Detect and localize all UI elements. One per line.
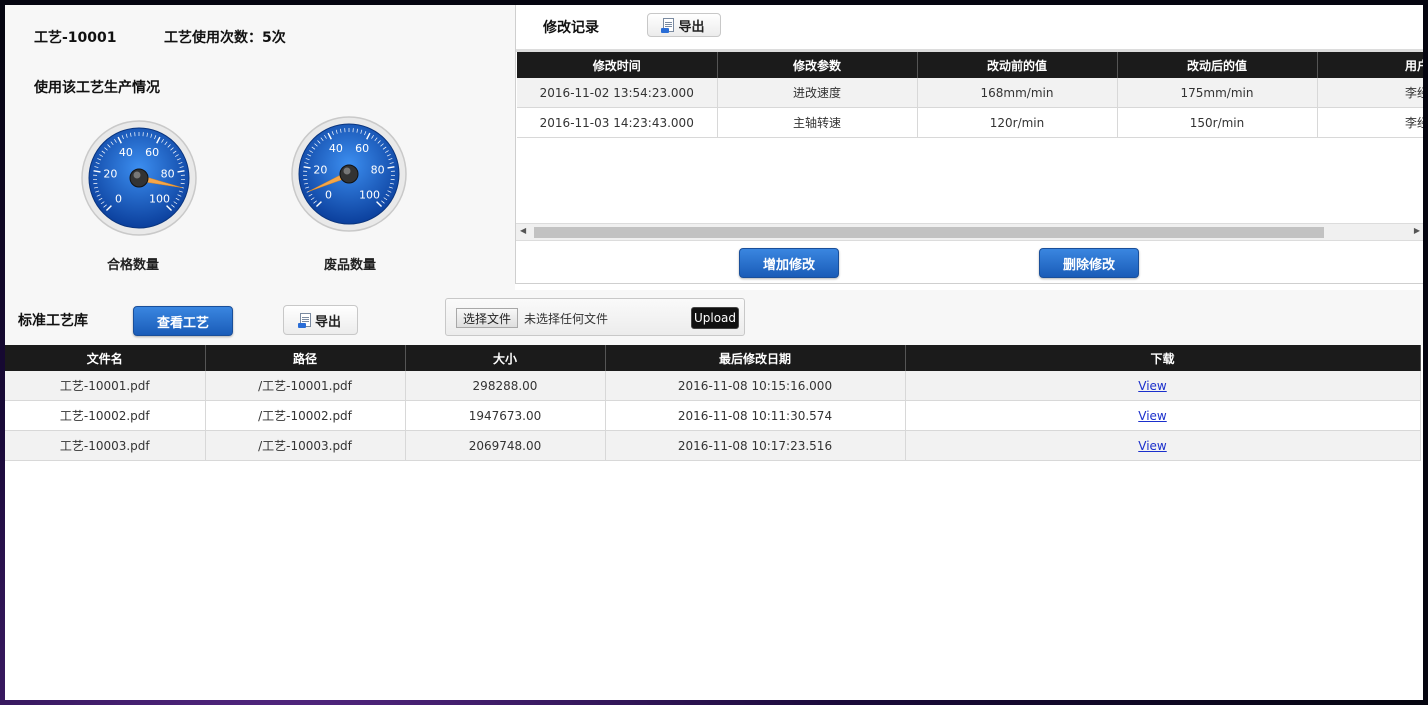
library-export-button[interactable]: 导出: [283, 305, 358, 335]
gauge-tick-label: 100: [149, 193, 170, 206]
gauge-tick-label: 0: [325, 189, 332, 202]
gauge-tick: [93, 182, 98, 185]
modification-log-header: 修改记录 导出: [516, 5, 1423, 52]
scroll-right-arrow-icon[interactable]: ▶: [1414, 226, 1420, 235]
document-icon: [661, 18, 675, 33]
gauge-tick-label: 20: [313, 163, 327, 176]
gauge-tick-label: 60: [145, 146, 159, 159]
table-cell: 进改速度: [717, 78, 918, 108]
gauge-hub-highlight: [133, 171, 141, 179]
horizontal-scrollbar[interactable]: ◀ ▶: [516, 223, 1423, 241]
table-cell: View: [905, 400, 1421, 431]
table-cell: 2016-11-02 13:54:23.000: [517, 78, 718, 108]
library-header-row: 文件名 路径 大小 最后修改日期 下载: [5, 345, 1421, 371]
table-cell: 工艺-10001.pdf: [5, 371, 206, 401]
table-row[interactable]: 2016-11-03 14:23:43.000 主轴转速 120r/min 15…: [517, 107, 1423, 138]
view-link[interactable]: View: [1138, 409, 1166, 423]
table-cell: /工艺-10003.pdf: [205, 430, 406, 461]
app-frame: 工艺-10001 工艺使用次数：5次 使用该工艺生产情况 0 20 40 60 80 10…: [5, 5, 1423, 700]
gauge-tick-label: 100: [359, 189, 380, 202]
column-header[interactable]: 改动前的值: [917, 52, 1118, 78]
file-upload-box: 选择文件 未选择任何文件 Upload: [445, 298, 745, 336]
table-cell: 150r/min: [1117, 107, 1318, 138]
table-cell: 李经: [1317, 78, 1423, 108]
scrap-count-gauge: 0 2040 6080 100: [291, 116, 407, 232]
document-icon: [297, 313, 311, 328]
process-id: 工艺-10001: [34, 30, 117, 46]
gauge-tick-label: 0: [115, 193, 122, 206]
modlog-export-label: 导出: [678, 19, 705, 35]
view-process-button[interactable]: 查看工艺: [133, 306, 233, 336]
add-modification-button[interactable]: 增加修改: [739, 248, 839, 278]
column-header[interactable]: 最后修改日期: [605, 345, 906, 371]
table-cell: 1947673.00: [405, 400, 606, 431]
table-cell: /工艺-10002.pdf: [205, 400, 406, 431]
table-cell: View: [905, 430, 1421, 461]
modlog-header-row: 修改时间 修改参数 改动前的值 改动后的值 用户: [517, 52, 1423, 78]
table-row[interactable]: 工艺-10001.pdf /工艺-10001.pdf 298288.00 201…: [5, 371, 1421, 401]
gauge-tick-label: 40: [119, 146, 133, 159]
usage-count: 工艺使用次数：5次: [164, 30, 286, 46]
gauge-hub-highlight: [343, 167, 351, 175]
column-header[interactable]: 文件名: [5, 345, 206, 371]
choose-file-button[interactable]: 选择文件: [456, 308, 519, 328]
table-cell: 工艺-10003.pdf: [5, 430, 206, 461]
production-title: 使用该工艺生产情况: [34, 80, 160, 96]
scrap-count-label: 废品数量: [323, 258, 376, 273]
column-header[interactable]: 修改参数: [717, 52, 918, 78]
table-row[interactable]: 工艺-10002.pdf /工艺-10002.pdf 1947673.00 20…: [5, 400, 1421, 431]
column-header[interactable]: 路径: [205, 345, 406, 371]
table-row[interactable]: 2016-11-02 13:54:23.000 进改速度 168mm/min 1…: [517, 78, 1423, 108]
table-row[interactable]: 工艺-10003.pdf /工艺-10003.pdf 2069748.00 20…: [5, 430, 1421, 461]
table-cell: 2016-11-03 14:23:43.000: [517, 107, 718, 138]
gauge-tick-label: 80: [161, 167, 175, 180]
qualified-count-label: 合格数量: [106, 258, 159, 273]
view-link[interactable]: View: [1138, 439, 1166, 453]
view-link[interactable]: View: [1138, 379, 1166, 393]
gauge-hub: [339, 164, 359, 184]
no-file-chosen-text: 未选择任何文件: [524, 312, 609, 326]
column-header[interactable]: 用户: [1317, 52, 1423, 78]
gauge-hub: [129, 168, 149, 188]
upload-button[interactable]: Upload: [691, 307, 739, 329]
modlog-export-button[interactable]: 导出: [647, 13, 721, 37]
table-cell: 168mm/min: [917, 78, 1118, 108]
column-header[interactable]: 下载: [905, 345, 1421, 371]
table-cell: 工艺-10002.pdf: [5, 400, 206, 431]
modification-log-panel: 修改记录 导出 修改时间 修改参数 改动前的值 改动后的值 用户 2016-11…: [515, 5, 1423, 284]
delete-modification-button[interactable]: 删除修改: [1039, 248, 1139, 278]
table-cell: /工艺-10001.pdf: [205, 371, 406, 401]
gauge-tick-label: 40: [329, 142, 343, 155]
standard-library-table: 文件名 路径 大小 最后修改日期 下载 工艺-10001.pdf /工艺-100…: [5, 345, 1421, 461]
table-cell: View: [905, 371, 1421, 401]
modification-log-title: 修改记录: [543, 20, 599, 36]
gauge-tick-label: 60: [355, 142, 369, 155]
standard-library-title: 标准工艺库: [18, 313, 88, 329]
gauge-tick: [180, 182, 185, 185]
qualified-count-gauge: 0 2040 6080 100: [81, 120, 197, 236]
modification-log-table: 修改时间 修改参数 改动前的值 改动后的值 用户 2016-11-02 13:5…: [517, 52, 1423, 138]
gauge-tick-label: 20: [103, 167, 117, 180]
scroll-left-arrow-icon[interactable]: ◀: [520, 226, 526, 235]
table-cell: 2069748.00: [405, 430, 606, 461]
column-header[interactable]: 改动后的值: [1117, 52, 1318, 78]
table-cell: 2016-11-08 10:17:23.516: [605, 430, 906, 461]
table-cell: 李经: [1317, 107, 1423, 138]
standard-library-toolbar: 标准工艺库 查看工艺 导出 选择文件 未选择任何文件 Upload: [5, 290, 1423, 345]
table-cell: 2016-11-08 10:15:16.000: [605, 371, 906, 401]
gauge-tick: [303, 178, 308, 181]
column-header[interactable]: 修改时间: [517, 52, 718, 78]
scrollbar-thumb[interactable]: [534, 227, 1324, 238]
process-overview-panel: 工艺-10001 工艺使用次数：5次 使用该工艺生产情况 0 20 40 60 80 10…: [5, 5, 515, 290]
library-export-label: 导出: [314, 314, 341, 330]
table-cell: 2016-11-08 10:11:30.574: [605, 400, 906, 431]
table-cell: 主轴转速: [717, 107, 918, 138]
gauge-tick: [390, 178, 395, 181]
table-cell: 120r/min: [917, 107, 1118, 138]
table-cell: 175mm/min: [1117, 78, 1318, 108]
gauge-tick-label: 80: [371, 163, 385, 176]
column-header[interactable]: 大小: [405, 345, 606, 371]
table-cell: 298288.00: [405, 371, 606, 401]
